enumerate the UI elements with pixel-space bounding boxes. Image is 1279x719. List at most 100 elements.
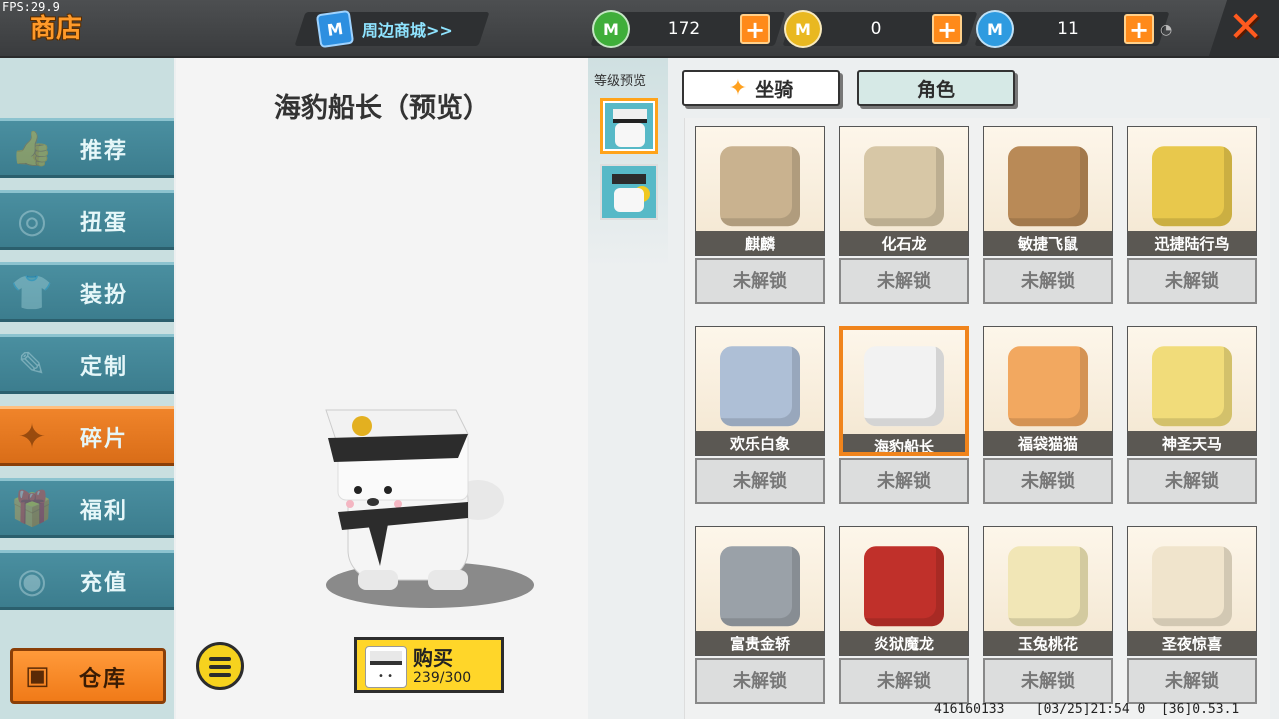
seal-captain-thumb-icon: • •	[365, 646, 407, 688]
character-art	[1152, 346, 1232, 427]
character-portrait: 海豹船长	[839, 326, 969, 456]
character-name: 神圣天马	[1128, 431, 1256, 455]
character-name: 圣夜惊喜	[1128, 631, 1256, 655]
lock-status-button[interactable]: 未解锁	[983, 458, 1113, 504]
signal-icon: ◔	[1160, 22, 1173, 38]
chest-icon: ▣	[25, 661, 50, 691]
character-portrait: 迅捷陆行鸟	[1127, 126, 1257, 256]
character-name: 海豹船长	[843, 434, 965, 452]
lock-status-button[interactable]: 未解锁	[839, 458, 969, 504]
character-card[interactable]: 神圣天马 未解锁	[1127, 326, 1257, 504]
warehouse-label: 仓库	[79, 667, 128, 692]
blue-coin-icon: M	[976, 10, 1014, 48]
character-card[interactable]: 麒麟 未解锁	[695, 126, 825, 304]
character-art	[1152, 146, 1232, 227]
character-card[interactable]: 玉兔桃花 未解锁	[983, 526, 1113, 704]
character-name: 玉兔桃花	[984, 631, 1112, 655]
character-card[interactable]: 迅捷陆行鸟 未解锁	[1127, 126, 1257, 304]
character-art	[720, 146, 800, 227]
tab-mount[interactable]: ✦ 坐骑	[682, 70, 840, 106]
gift-icon: 🎁	[10, 489, 54, 529]
preview-title: 海豹船长（预览）	[274, 93, 490, 124]
sidebar-item-0[interactable]: 👍 推荐	[0, 118, 174, 178]
sidebar-item-5[interactable]: 🎁 福利	[0, 478, 174, 538]
character-name: 化石龙	[840, 231, 968, 255]
lock-status-button[interactable]: 未解锁	[983, 258, 1113, 304]
character-card[interactable]: 富贵金轿 未解锁	[695, 526, 825, 704]
lock-status-button[interactable]: 未解锁	[695, 458, 825, 504]
shirt-icon: 👕	[10, 273, 54, 313]
sidebar-item-label: 碎片	[80, 427, 129, 452]
page-title: 商店	[30, 14, 83, 44]
add-green-gem-button[interactable]: +	[740, 14, 770, 44]
tab-mount-label: 坐骑	[755, 78, 794, 101]
character-card[interactable]: 欢乐白象 未解锁	[695, 326, 825, 504]
lock-status-button[interactable]: 未解锁	[695, 258, 825, 304]
character-card[interactable]: 化石龙 未解锁	[839, 126, 969, 304]
pencil-icon: ✎	[17, 345, 47, 385]
character-art	[720, 346, 800, 427]
lock-status-button[interactable]: 未解锁	[1127, 658, 1257, 704]
character-card[interactable]: 福袋猫猫 未解锁	[983, 326, 1113, 504]
buy-button[interactable]: • • 购买 239/300	[354, 637, 504, 693]
character-card[interactable]: 敏捷飞鼠 未解锁	[983, 126, 1113, 304]
seal-captain-model[interactable]	[318, 390, 518, 600]
lock-status-button[interactable]: 未解锁	[839, 658, 969, 704]
add-blue-coin-button[interactable]: +	[1124, 14, 1154, 44]
green-gem-icon: M	[592, 10, 630, 48]
lock-status-button[interactable]: 未解锁	[983, 658, 1113, 704]
lock-status-button[interactable]: 未解锁	[839, 258, 969, 304]
warehouse-button[interactable]: ▣ 仓库	[10, 648, 166, 704]
sidebar-item-1[interactable]: ◎ 扭蛋	[0, 190, 174, 250]
shopping-bag-icon: M	[315, 9, 355, 49]
character-card[interactable]: 炎狱魔龙 未解锁	[839, 526, 969, 704]
sidebar-item-4[interactable]: ✦ 碎片	[0, 406, 174, 466]
character-portrait: 麒麟	[695, 126, 825, 256]
lock-status-button[interactable]: 未解锁	[695, 658, 825, 704]
sidebar-item-label: 扭蛋	[80, 211, 129, 236]
currency-value: 0	[870, 19, 882, 39]
character-name: 迅捷陆行鸟	[1128, 231, 1256, 255]
character-art	[1008, 546, 1088, 627]
close-icon[interactable]: ✕	[1228, 2, 1263, 51]
add-gold-coin-button[interactable]: +	[932, 14, 962, 44]
character-portrait: 欢乐白象	[695, 326, 825, 456]
gacha-icon: ◎	[17, 201, 47, 241]
sidebar-item-3[interactable]: ✎ 定制	[0, 334, 174, 394]
mall-link-label: 周边商城>>	[362, 21, 453, 40]
character-art	[1008, 146, 1088, 227]
mall-link[interactable]: M 周边商城>>	[315, 9, 453, 49]
sidebar-item-label: 推荐	[80, 139, 129, 164]
character-name: 富贵金轿	[696, 631, 824, 655]
level-preview-column	[588, 58, 668, 268]
level-2-thumb[interactable]	[600, 164, 658, 220]
character-name: 麒麟	[696, 231, 824, 255]
character-card[interactable]: 圣夜惊喜 未解锁	[1127, 526, 1257, 704]
star-icon: ✦	[728, 75, 748, 101]
tab-character-label: 角色	[916, 78, 955, 101]
character-portrait: 神圣天马	[1127, 326, 1257, 456]
lock-status-button[interactable]: 未解锁	[1127, 458, 1257, 504]
sidebar-item-label: 装扮	[80, 283, 129, 308]
tab-character[interactable]: 角色	[857, 70, 1015, 106]
lock-status-button[interactable]: 未解锁	[1127, 258, 1257, 304]
character-art	[1152, 546, 1232, 627]
sidebar-item-label: 福利	[80, 499, 129, 524]
sidebar-item-2[interactable]: 👕 装扮	[0, 262, 174, 322]
character-portrait: 敏捷飞鼠	[983, 126, 1113, 256]
sidebar-item-6[interactable]: ◉ 充值	[0, 550, 174, 610]
character-name: 欢乐白象	[696, 431, 824, 455]
level-1-thumb[interactable]	[600, 98, 658, 154]
character-art	[720, 546, 800, 627]
character-art	[1008, 346, 1088, 427]
character-portrait: 福袋猫猫	[983, 326, 1113, 456]
character-card[interactable]: 海豹船长 未解锁	[839, 326, 969, 504]
gold-coin-icon: M	[784, 10, 822, 48]
character-portrait: 玉兔桃花	[983, 526, 1113, 656]
coins-icon: ◉	[17, 561, 47, 601]
character-art	[864, 146, 944, 227]
preview-panel	[176, 58, 588, 719]
list-menu-button[interactable]	[196, 642, 244, 690]
character-art	[864, 346, 944, 427]
character-name: 炎狱魔龙	[840, 631, 968, 655]
